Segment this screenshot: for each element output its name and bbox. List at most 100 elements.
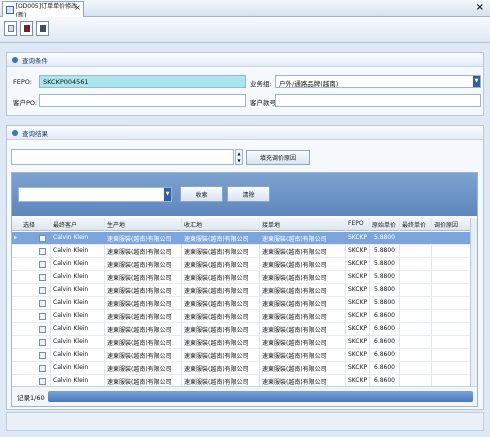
cell-fepo: SKCKP xyxy=(348,299,368,306)
cell-final-customer: Calvin Klein xyxy=(53,351,89,358)
cell-original-price: 5.8800 xyxy=(374,247,395,254)
doc-icon xyxy=(8,25,14,32)
cell-production-site: 速東服裝(越南)有限公司 xyxy=(107,366,172,373)
cell-receiving-site: 速東服裝(越南)有限公司 xyxy=(184,236,249,243)
grid-filter-bar: ▼ 收索 清除 xyxy=(12,173,477,216)
table-row[interactable]: Calvin Klein 速東服裝(越南)有限公司 速東服裝(越南)有限公司 速… xyxy=(12,284,477,297)
col-adjust-reason[interactable]: 调价原因 xyxy=(434,220,458,229)
row-select-checkbox[interactable] xyxy=(39,352,46,359)
row-select-checkbox[interactable] xyxy=(39,326,46,333)
table-row[interactable]: Calvin Klein 速東服裝(越南)有限公司 速東服裝(越南)有限公司 速… xyxy=(12,310,477,323)
fepo-input[interactable]: SKCKP004561 xyxy=(39,75,246,88)
cell-final-customer: Calvin Klein xyxy=(53,377,89,384)
cell-order-site: 速東服裝(越南)有限公司 xyxy=(262,288,327,295)
row-select-checkbox[interactable] xyxy=(39,248,46,255)
adjust-reason-input[interactable] xyxy=(11,149,234,165)
query-panel-title: 查询条件 xyxy=(22,56,48,65)
table-row[interactable]: Calvin Klein 速東服裝(越南)有限公司 速東服裝(越南)有限公司 速… xyxy=(12,297,477,310)
clear-button[interactable]: 清除 xyxy=(227,186,270,202)
col-final-customer[interactable]: 最终客户 xyxy=(53,220,77,229)
vertical-scrollbar[interactable] xyxy=(470,218,477,386)
col-final-price[interactable]: 最终单价 xyxy=(402,220,426,229)
cell-order-site: 速東服裝(越南)有限公司 xyxy=(262,327,327,334)
row-select-checkbox[interactable] xyxy=(39,339,46,346)
collapse-icon[interactable] xyxy=(12,56,18,63)
row-select-checkbox[interactable] xyxy=(39,365,46,372)
save-button[interactable] xyxy=(20,21,33,36)
table-row[interactable]: Calvin Klein 速東服裝(越南)有限公司 速東服裝(越南)有限公司 速… xyxy=(12,323,477,336)
cell-final-customer: Calvin Klein xyxy=(53,286,89,293)
row-select-checkbox[interactable] xyxy=(39,274,46,281)
chevron-down-icon[interactable]: ▼ xyxy=(164,188,171,201)
cell-order-site: 速東服裝(越南)有限公司 xyxy=(262,249,327,256)
table-row[interactable]: ▸ Calvin Klein 速東服裝(越南)有限公司 速東服裝(越南)有限公司… xyxy=(12,232,477,245)
row-indicator-icon: ▸ xyxy=(14,234,18,241)
row-select-checkbox[interactable] xyxy=(39,261,46,268)
cell-production-site: 速東服裝(越南)有限公司 xyxy=(107,249,172,256)
query-panel-header: 查询条件 xyxy=(7,53,483,67)
cell-original-price: 6.8600 xyxy=(374,312,395,319)
export-button[interactable] xyxy=(36,21,49,36)
result-panel-title: 查询结果 xyxy=(22,129,48,138)
table-row[interactable]: Calvin Klein 速東服裝(越南)有限公司 速東服裝(越南)有限公司 速… xyxy=(12,336,477,349)
business-group-value: 户外/通路品牌(越南) xyxy=(279,80,339,88)
collapse-icon[interactable] xyxy=(12,129,18,136)
cell-production-site: 速東服裝(越南)有限公司 xyxy=(107,262,172,269)
cell-final-customer: Calvin Klein xyxy=(53,325,89,332)
row-select-checkbox[interactable] xyxy=(39,313,46,320)
cell-fepo: SKCKP xyxy=(348,364,368,371)
fill-reason-button[interactable]: 填充调价原因 xyxy=(246,150,310,165)
col-fepo[interactable]: FEPO xyxy=(348,220,364,227)
record-counter: 记录1/60 xyxy=(17,394,45,402)
row-select-checkbox[interactable] xyxy=(39,235,46,242)
reason-spinner[interactable]: ▲ ▼ xyxy=(235,149,243,165)
window-close-icon[interactable]: × xyxy=(476,2,484,13)
table-row[interactable]: Calvin Klein 速東服裝(越南)有限公司 速東服裝(越南)有限公司 速… xyxy=(12,362,477,375)
tab-close-icon[interactable]: × xyxy=(74,3,81,12)
cell-fepo: SKCKP xyxy=(348,351,368,358)
row-select-checkbox[interactable] xyxy=(39,378,46,385)
col-receiving-site[interactable]: 收汇地 xyxy=(184,220,202,229)
table-row[interactable]: Calvin Klein 速東服裝(越南)有限公司 速東服裝(越南)有限公司 速… xyxy=(12,258,477,271)
cell-receiving-site: 速東服裝(越南)有限公司 xyxy=(184,353,249,360)
col-production-site[interactable]: 生产地 xyxy=(107,220,125,229)
result-panel-header: 查询结果 xyxy=(7,126,483,140)
cell-receiving-site: 速東服裝(越南)有限公司 xyxy=(184,275,249,282)
cell-fepo: SKCKP xyxy=(348,325,368,332)
tab-title: [OD005]订单单价修改(新) xyxy=(15,2,78,19)
chevron-down-icon[interactable]: ▼ xyxy=(473,76,480,87)
document-icon xyxy=(6,5,14,14)
cell-fepo: SKCKP xyxy=(348,260,368,267)
cell-final-customer: Calvin Klein xyxy=(53,234,89,241)
grid-header: 选择 最终客户 生产地 收汇地 接单地 FEPO 原始单价 最终单价 调价原因 xyxy=(12,218,477,231)
grid-status-bar: 记录1/60 xyxy=(12,386,477,406)
new-document-button[interactable] xyxy=(4,21,17,36)
search-button[interactable]: 收索 xyxy=(180,186,223,202)
col-select[interactable]: 选择 xyxy=(23,220,35,229)
col-original-price[interactable]: 原始单价 xyxy=(372,220,396,229)
customer-style-input[interactable] xyxy=(275,94,481,107)
table-row[interactable]: Calvin Klein 速東服裝(越南)有限公司 速東服裝(越南)有限公司 速… xyxy=(12,271,477,284)
cell-original-price: 6.8600 xyxy=(374,364,395,371)
table-row[interactable]: Calvin Klein 速東服裝(越南)有限公司 速東服裝(越南)有限公司 速… xyxy=(12,349,477,362)
customer-po-input[interactable] xyxy=(39,94,246,107)
tab-order-price[interactable]: [OD005]订单单价修改(新) × xyxy=(2,1,84,19)
cell-original-price: 5.8800 xyxy=(374,299,395,306)
filter-input[interactable]: ▼ xyxy=(18,187,172,202)
horizontal-scrollbar[interactable] xyxy=(48,391,473,402)
business-group-label: 业务组: xyxy=(250,80,272,88)
cell-order-site: 速東服裝(越南)有限公司 xyxy=(262,301,327,308)
business-group-select[interactable]: 户外/通路品牌(越南) ▼ xyxy=(275,75,481,88)
cell-production-site: 速東服裝(越南)有限公司 xyxy=(107,236,172,243)
cell-order-site: 速東服裝(越南)有限公司 xyxy=(262,262,327,269)
col-order-site[interactable]: 接单地 xyxy=(262,220,280,229)
row-select-checkbox[interactable] xyxy=(39,300,46,307)
cell-production-site: 速東服裝(越南)有限公司 xyxy=(107,340,172,347)
table-row[interactable]: Calvin Klein 速東服裝(越南)有限公司 速東服裝(越南)有限公司 速… xyxy=(12,245,477,258)
cell-production-site: 速東服裝(越南)有限公司 xyxy=(107,379,172,386)
cell-final-customer: Calvin Klein xyxy=(53,299,89,306)
cell-order-site: 速東服裝(越南)有限公司 xyxy=(262,236,327,243)
cell-receiving-site: 速東服裝(越南)有限公司 xyxy=(184,262,249,269)
row-select-checkbox[interactable] xyxy=(39,287,46,294)
cell-receiving-site: 速東服裝(越南)有限公司 xyxy=(184,249,249,256)
